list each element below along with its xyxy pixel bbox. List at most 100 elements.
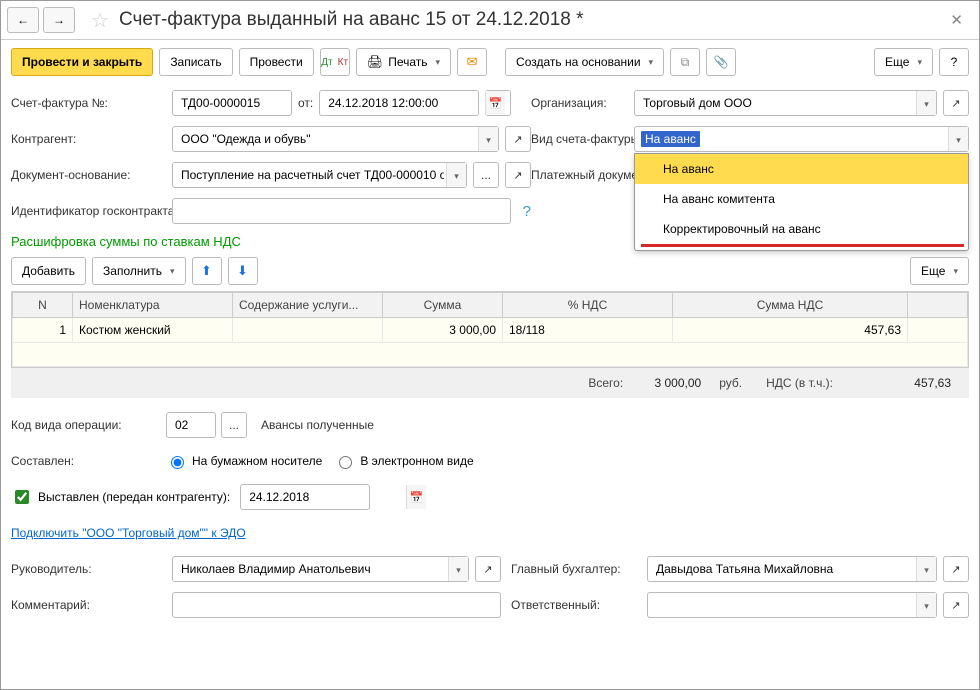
- contragent-open[interactable]: [505, 126, 531, 152]
- more-button[interactable]: Еще: [874, 48, 933, 76]
- accountant-input[interactable]: [654, 557, 916, 581]
- nav-back-button[interactable]: ←: [7, 7, 39, 33]
- post-button[interactable]: Провести: [239, 48, 314, 76]
- radio-electronic-label[interactable]: В электронном виде: [334, 453, 473, 469]
- contragent-input[interactable]: [179, 127, 478, 151]
- op-code-input[interactable]: [173, 413, 332, 437]
- total-value: 3 000,00: [641, 376, 701, 390]
- invoice-type-value[interactable]: На аванс: [641, 131, 700, 147]
- radio-paper-text: На бумажном носителе: [192, 454, 322, 468]
- comment-label: Комментарий:: [11, 598, 166, 612]
- accountant-open[interactable]: [943, 556, 969, 582]
- issued-date-input[interactable]: [247, 485, 406, 509]
- calendar-button[interactable]: [485, 91, 505, 115]
- dots-icon: [481, 168, 491, 182]
- dd-option-correction-advance[interactable]: Корректировочный на аванс: [635, 214, 968, 250]
- org-drop-button[interactable]: [916, 91, 936, 115]
- accountant-drop[interactable]: [916, 557, 936, 581]
- chevron-down-icon: [456, 562, 461, 576]
- print-button[interactable]: Печать: [356, 48, 451, 76]
- fill-button[interactable]: Заполнить: [92, 257, 185, 285]
- cell-service[interactable]: [233, 318, 383, 343]
- col-n: N: [13, 293, 73, 318]
- move-up-button[interactable]: ⬆: [192, 257, 222, 285]
- window-title: Счет-фактура выданный на аванс 15 от 24.…: [119, 9, 940, 31]
- gov-id-help[interactable]: ?: [523, 203, 531, 220]
- org-label: Организация:: [531, 96, 628, 110]
- table-row[interactable]: 1 Костюм женский 3 000,00 18/118 457,63: [13, 318, 968, 343]
- create-based-button[interactable]: Создать на основании: [505, 48, 664, 76]
- contragent-label: Контрагент:: [11, 132, 166, 146]
- edo-link[interactable]: Подключить "ООО "Торговый дом"" к ЭДО: [11, 526, 246, 540]
- date-input[interactable]: [326, 91, 485, 115]
- add-row-button[interactable]: Добавить: [11, 257, 86, 285]
- col-vat-sum: Сумма НДС: [673, 293, 908, 318]
- open-icon: [513, 132, 522, 146]
- vat-breakdown-title: Расшифровка суммы по ставкам НДС: [11, 234, 241, 249]
- org-input[interactable]: [641, 91, 916, 115]
- radio-paper-label[interactable]: На бумажном носителе: [166, 453, 322, 469]
- issued-text: Выставлен (передан контрагенту):: [38, 490, 230, 504]
- col-item: Номенклатура: [73, 293, 233, 318]
- vat-total-value: 457,63: [851, 376, 951, 390]
- responsible-drop[interactable]: [916, 593, 936, 617]
- radio-electronic-text: В электронном виде: [360, 454, 473, 468]
- chevron-down-icon: [924, 96, 929, 110]
- cell-vat-sum[interactable]: 457,63: [673, 318, 908, 343]
- structure-button[interactable]: [670, 48, 700, 76]
- head-drop[interactable]: [448, 557, 468, 581]
- cell-vat-rate[interactable]: 18/118: [503, 318, 673, 343]
- arrow-up-icon: ⬆: [201, 263, 212, 279]
- cell-n: 1: [13, 318, 73, 343]
- accountant-label: Главный бухгалтер:: [511, 562, 641, 576]
- attachments-button[interactable]: [706, 48, 736, 76]
- help-button[interactable]: ?: [939, 48, 969, 76]
- issued-checkbox-label[interactable]: Выставлен (передан контрагенту):: [11, 487, 230, 507]
- issued-cal-button[interactable]: [406, 485, 426, 509]
- post-and-close-button[interactable]: Провести и закрыть: [11, 48, 153, 76]
- chevron-down-icon: [924, 598, 929, 612]
- responsible-open[interactable]: [943, 592, 969, 618]
- invoice-type-drop[interactable]: [948, 127, 968, 151]
- mail-button[interactable]: [457, 48, 487, 76]
- print-icon: [367, 54, 384, 70]
- head-open[interactable]: [475, 556, 501, 582]
- basis-dots[interactable]: [473, 162, 499, 188]
- cell-sum[interactable]: 3 000,00: [383, 318, 503, 343]
- basis-label: Документ-основание:: [11, 168, 166, 182]
- composed-label: Составлен:: [11, 454, 166, 468]
- favorite-star-icon[interactable]: ☆: [91, 8, 109, 33]
- radio-electronic[interactable]: [339, 456, 352, 469]
- head-input[interactable]: [179, 557, 448, 581]
- total-rub: руб.: [719, 376, 742, 390]
- basis-open[interactable]: [505, 162, 531, 188]
- number-input[interactable]: [179, 91, 338, 115]
- comment-input[interactable]: [179, 593, 494, 617]
- open-icon: [951, 562, 960, 576]
- contragent-drop[interactable]: [478, 127, 498, 151]
- table-empty-area[interactable]: [13, 343, 968, 367]
- open-icon: [513, 168, 522, 182]
- vat-total-label: НДС (в т.ч.):: [766, 376, 833, 390]
- close-icon[interactable]: ✕: [944, 11, 969, 29]
- chevron-down-icon: [486, 132, 491, 146]
- cell-item[interactable]: Костюм женский: [73, 318, 233, 343]
- dt-kt-button[interactable]: ДтКт: [320, 48, 350, 76]
- clip-icon: [714, 55, 729, 69]
- radio-paper[interactable]: [171, 456, 184, 469]
- dd-option-advance[interactable]: На аванс: [635, 154, 968, 184]
- responsible-input[interactable]: [654, 593, 916, 617]
- open-icon: [951, 96, 960, 110]
- open-icon: [951, 598, 960, 612]
- basis-input[interactable]: [179, 163, 446, 187]
- save-button[interactable]: Записать: [159, 48, 232, 76]
- table-more-button[interactable]: Еще: [910, 257, 969, 285]
- basis-drop[interactable]: [446, 163, 466, 187]
- org-open-button[interactable]: [943, 90, 969, 116]
- dd-option-advance-commissioner[interactable]: На аванс комитента: [635, 184, 968, 214]
- invoice-type-dropdown-menu: На аванс На аванс комитента Корректирово…: [634, 153, 969, 251]
- gov-id-input[interactable]: [179, 199, 504, 223]
- move-down-button[interactable]: ⬇: [228, 257, 258, 285]
- issued-checkbox[interactable]: [15, 490, 29, 504]
- nav-forward-button[interactable]: →: [43, 7, 75, 33]
